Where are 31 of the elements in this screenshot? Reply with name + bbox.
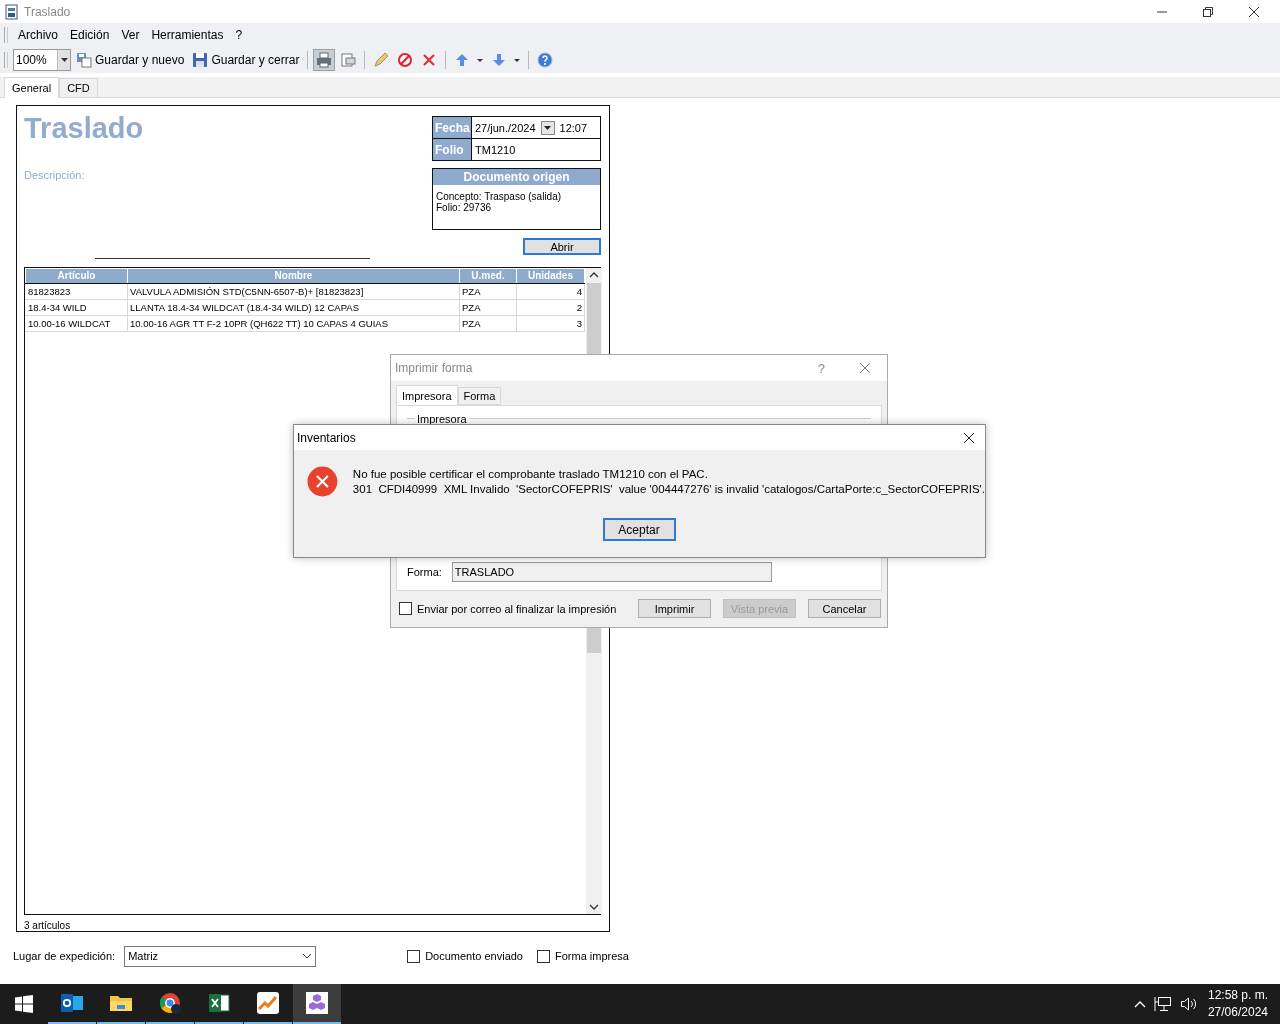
table-cell: 10.00-16 WILDCAT: [26, 315, 128, 331]
table-cell: VALVULA ADMISIÓN STD(C5NN-6507-B)+ [81823823]: [128, 283, 460, 299]
date-value: 27/jun./2024: [475, 121, 536, 134]
place-label: Lugar de expedición:: [13, 950, 116, 962]
error-message: No fue posible certificar el comprobante traslado TM1210 con el PAC.: [352, 466, 709, 482]
group-label: Impresora: [415, 413, 469, 425]
form-title: Traslado: [24, 112, 144, 144]
origin-document-header: Documento origen: [433, 169, 600, 185]
origin-detail: Folio: 29736: [436, 202, 492, 213]
date-label: Fecha: [433, 117, 472, 138]
time-value: 12:07: [559, 121, 588, 134]
dialog-title: Imprimir forma: [395, 361, 474, 375]
origin-detail: Concepto: Traspaso (salida): [436, 191, 563, 202]
error-message: 301 CFDI40999 XML Invalido 'SectorCOFEPRIS' value '004447276' is invalid 'catalogos/CartaPorte:c_SectorCOFEPRIS'.: [352, 481, 985, 497]
table-cell: 18.4-34 WILD: [26, 299, 128, 315]
window-title: Traslado: [24, 4, 71, 19]
description-label: Descripción:: [24, 169, 85, 181]
folio-label: Folio: [433, 139, 472, 160]
table-cell: PZA: [460, 315, 517, 331]
table-cell: LLANTA 18.4-34 WILDCAT (18.4-34 WILD) 12 CAPAS: [128, 299, 460, 315]
item-count: 3 artículos: [24, 920, 72, 931]
dialog-title: Inventarios: [297, 430, 356, 445]
table-cell: PZA: [460, 299, 517, 315]
folio-value: TM1210: [475, 143, 516, 156]
table-cell: 4: [517, 283, 585, 299]
table-cell: 3: [517, 315, 585, 331]
table-cell: 81823823: [26, 283, 128, 299]
table-cell: 2: [517, 299, 585, 315]
form-label: Forma:: [407, 566, 442, 578]
table-cell: PZA: [460, 283, 517, 299]
table-cell: 10.00-16 AGR TT F-2 10PR (QH622 TT) 10 CAPAS 4 GUIAS: [128, 315, 460, 331]
